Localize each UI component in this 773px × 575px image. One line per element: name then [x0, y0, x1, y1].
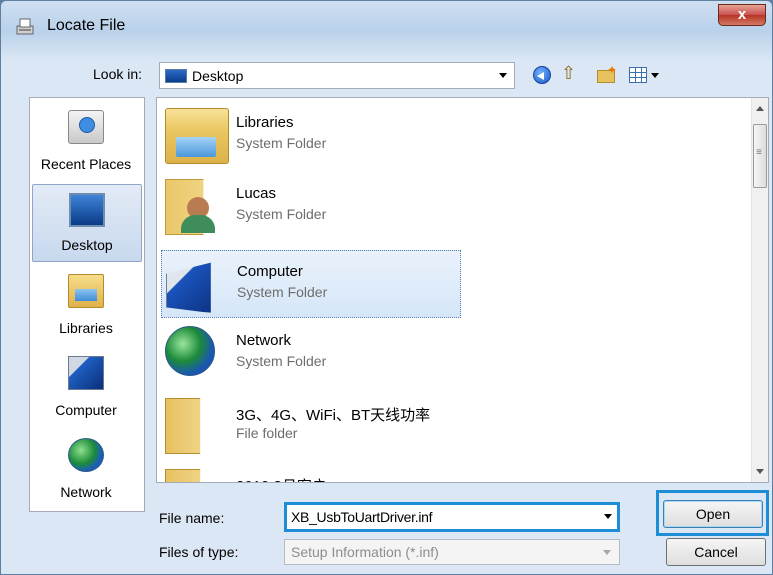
file-name: 3G、4G、WiFi、BT天线功率: [236, 407, 431, 424]
place-computer[interactable]: Computer: [32, 348, 142, 426]
libraries-icon: [68, 274, 104, 308]
place-libraries[interactable]: Libraries: [32, 266, 142, 344]
file-type: File folder: [236, 425, 298, 441]
file-type: System Folder: [237, 284, 328, 300]
file-type: System Folder: [236, 135, 327, 151]
file-name: Libraries: [236, 114, 294, 131]
place-label: Computer: [55, 402, 117, 418]
file-name-input[interactable]: XB_UsbToUartDriver.inf: [284, 502, 620, 532]
place-label: Network: [60, 484, 112, 500]
list-item[interactable]: 2019.3月客户: [161, 463, 461, 482]
file-type: System Folder: [236, 206, 327, 222]
back-icon: [533, 66, 551, 84]
place-recent-places[interactable]: Recent Places: [32, 102, 142, 180]
file-list[interactable]: Libraries System Folder Lucas System Fol…: [156, 97, 769, 483]
chevron-down-icon[interactable]: [603, 550, 611, 555]
file-type-dropdown[interactable]: Setup Information (*.inf): [284, 539, 620, 565]
list-item[interactable]: Lucas System Folder: [161, 173, 461, 241]
file-name: Network: [236, 332, 292, 349]
scroll-thumb[interactable]: [753, 124, 767, 188]
cancel-button[interactable]: Cancel: [666, 538, 766, 566]
recent-places-icon: [68, 110, 104, 144]
scroll-up-icon[interactable]: [756, 106, 764, 111]
chevron-down-icon[interactable]: [499, 73, 507, 78]
user-avatar-body: [181, 215, 215, 233]
folder-icon: [165, 398, 201, 454]
file-type-label: Files of type:: [159, 544, 239, 560]
look-in-dropdown[interactable]: Desktop: [159, 62, 515, 89]
chevron-down-icon: [651, 73, 659, 78]
title-bar[interactable]: Locate File x: [1, 1, 772, 49]
list-item[interactable]: Libraries System Folder: [161, 102, 461, 170]
sparkle-icon: ✦: [607, 63, 618, 77]
view-menu-icon: [629, 67, 647, 83]
scanner-icon: [16, 18, 34, 35]
new-folder-button[interactable]: ✦: [595, 63, 619, 87]
scroll-down-icon[interactable]: [756, 469, 764, 474]
vertical-scrollbar[interactable]: [751, 98, 768, 482]
up-folder-icon: ⇧: [561, 63, 577, 83]
list-item-selected[interactable]: Computer System Folder: [161, 250, 461, 318]
computer-icon: [166, 262, 211, 313]
file-type-value: Setup Information (*.inf): [291, 544, 439, 560]
computer-icon: [68, 356, 104, 390]
place-network[interactable]: Network: [32, 430, 142, 508]
places-bar: Recent Places Desktop Libraries Computer…: [29, 97, 145, 512]
look-in-label: Look in:: [93, 66, 143, 82]
up-folder-button[interactable]: ⇧: [561, 63, 585, 87]
locate-file-dialog: Locate File x Look in: Desktop ⇧ ✦ Recen…: [0, 0, 773, 575]
file-name-label: File name:: [159, 510, 225, 526]
close-icon: x: [737, 6, 747, 23]
file-name: Lucas: [236, 185, 277, 202]
list-item[interactable]: 3G、4G、WiFi、BT天线功率 File folder: [161, 392, 461, 460]
file-type: System Folder: [236, 353, 327, 369]
desktop-icon: [69, 193, 105, 227]
place-desktop[interactable]: Desktop: [32, 184, 142, 262]
place-label: Recent Places: [40, 156, 132, 172]
file-name: 2019.3月客户: [236, 475, 327, 482]
look-in-value: Desktop: [192, 68, 244, 84]
back-button[interactable]: [531, 63, 555, 87]
window-title: Locate File: [47, 17, 126, 34]
network-icon: [165, 326, 215, 376]
view-menu-button[interactable]: [627, 63, 663, 87]
file-name-value[interactable]: XB_UsbToUartDriver.inf: [291, 509, 433, 525]
place-label: Libraries: [59, 320, 113, 336]
libraries-folder-icon: [165, 108, 229, 164]
desktop-icon: [165, 69, 187, 83]
open-button[interactable]: Open: [663, 500, 763, 528]
folder-icon: [165, 469, 201, 482]
file-name: Computer: [237, 263, 303, 280]
place-label: Desktop: [61, 237, 113, 253]
close-button[interactable]: x: [718, 4, 766, 26]
chevron-down-icon[interactable]: [604, 514, 612, 519]
network-icon: [68, 438, 104, 472]
list-item[interactable]: Network System Folder: [161, 320, 461, 388]
